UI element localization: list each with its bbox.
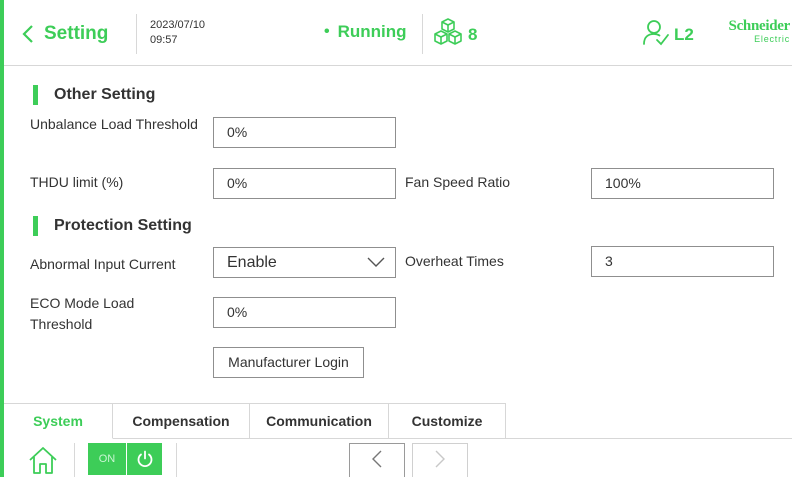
section-marker [33,85,38,105]
brand-subname: Electric [754,34,790,44]
status-text: Running [337,22,407,41]
eco-mode-label: ECO Mode Load Threshold [30,295,135,332]
tab-system[interactable]: System [4,403,113,439]
module-count-value: 8 [468,24,478,44]
bottom-divider [176,443,177,477]
abnormal-input-select[interactable]: Enable [213,247,396,278]
brand-logo: Schneider Electric [706,18,791,45]
unbalance-load-label: Unbalance Load Threshold [30,116,198,132]
page-title: Setting [44,23,109,44]
previous-page-button[interactable] [349,443,405,477]
module-count: 8 [432,17,477,52]
power-icon [126,443,162,475]
header-divider [422,14,423,54]
other-setting-heading: Other Setting [33,84,155,106]
eco-mode-field[interactable]: 0% [213,297,396,328]
home-icon [28,447,58,477]
header: Setting 2023/07/10 09:57 • Running 8 L2 … [4,0,792,66]
home-button[interactable] [28,445,58,477]
section-title: Other Setting [54,86,156,103]
power-toggle[interactable]: ON [88,443,162,475]
section-marker [33,216,38,236]
user-level: L2 [674,24,694,44]
bottom-bar: ON [4,439,792,477]
overheat-times-label: Overheat Times [405,253,504,269]
back-button[interactable]: Setting [22,19,108,49]
status-dot: • [324,23,330,40]
chevron-left-icon [22,24,34,44]
thdu-limit-label: THDU limit (%) [30,174,124,190]
tab-customize[interactable]: Customize [389,403,506,439]
bottom-divider [74,443,75,477]
overheat-times-field[interactable]: 3 [591,246,774,277]
chevron-right-icon [434,449,446,474]
fan-speed-field[interactable]: 100% [591,168,774,199]
user-level-button[interactable]: L2 [642,18,694,51]
modules-icon [432,17,464,52]
abnormal-input-value: Enable [227,254,277,271]
unbalance-load-field[interactable]: 0% [213,117,396,148]
chevron-left-icon [371,449,383,474]
protection-setting-heading: Protection Setting [33,215,192,237]
date-text: 2023/07/10 [150,19,206,31]
thdu-limit-field[interactable]: 0% [213,168,396,199]
tab-bar: System Compensation Communication Custom… [4,403,506,439]
status-indicator: • Running [324,22,407,42]
abnormal-input-label: Abnormal Input Current [30,256,176,272]
user-check-icon [642,18,670,51]
power-on-label: ON [88,443,126,475]
fan-speed-label: Fan Speed Ratio [405,174,511,190]
manufacturer-login-button[interactable]: Manufacturer Login [213,347,364,378]
datetime: 2023/07/10 09:57 [150,18,205,48]
tab-communication[interactable]: Communication [250,403,389,439]
tab-compensation[interactable]: Compensation [113,403,250,439]
header-divider [136,14,137,54]
brand-name: Schneider [728,18,791,34]
time-text: 09:57 [150,34,178,46]
section-title: Protection Setting [54,217,192,234]
next-page-button[interactable] [412,443,468,477]
